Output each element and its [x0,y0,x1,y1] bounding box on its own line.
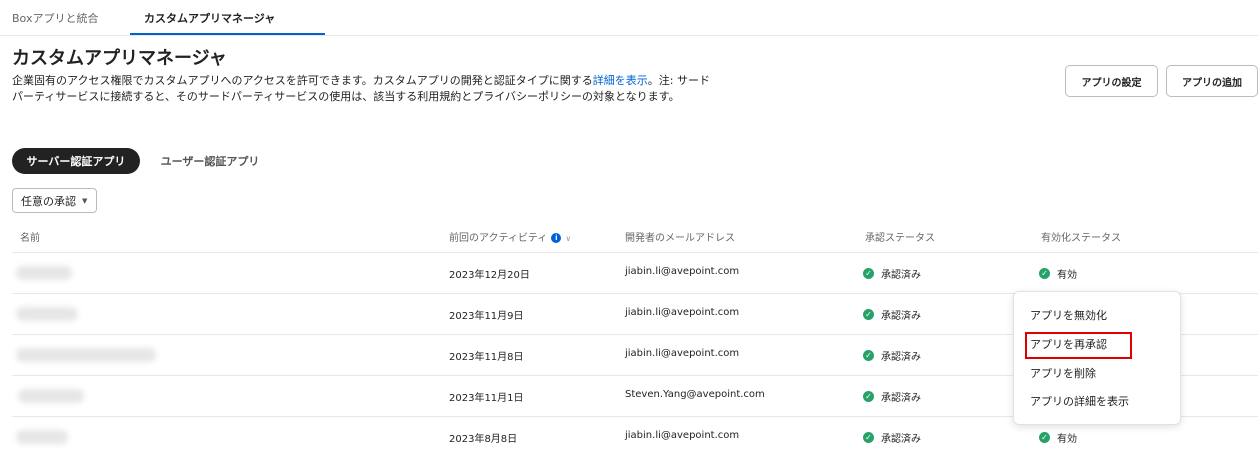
check-circle-icon: ✓ [1039,268,1050,279]
approval-status: ✓ 承認済み [863,307,921,322]
sort-chevron-icon[interactable]: ∨ [565,234,571,243]
approval-status-text: 承認済み [881,434,921,445]
developer-email: jiabin.li@avepoint.com [625,266,740,277]
approval-status-text: 承認済み [881,352,921,363]
approval-status: ✓ 承認済み [863,389,921,404]
developer-email: jiabin.li@avepoint.com [625,348,740,359]
developer-email: jiabin.li@avepoint.com [625,307,740,318]
top-tabs: Boxアプリと統合 カスタムアプリマネージャ [0,0,1258,36]
tab-box-apps[interactable]: Boxアプリと統合 [12,10,98,26]
enable-status-text: 有効 [1057,270,1077,281]
segment-server-auth-apps[interactable]: サーバー認証アプリ [12,148,140,174]
menu-item-delete-app[interactable]: アプリを削除 [1030,365,1096,381]
app-name-redacted [16,430,68,444]
description-text: 企業固有のアクセス権限でカスタムアプリへのアクセスを許可できます。カスタムアプリ… [12,74,593,87]
segment-user-auth-apps[interactable]: ユーザー認証アプリ [146,148,274,174]
column-header-name[interactable]: 名前 [20,229,40,244]
last-activity-date: 2023年11月9日 [449,311,524,322]
tab-custom-app-manager[interactable]: カスタムアプリマネージャ [144,10,275,26]
approval-status: ✓ 承認済み [863,430,921,445]
last-activity-date: 2023年8月8日 [449,434,518,445]
menu-item-disable-app[interactable]: アプリを無効化 [1030,307,1107,323]
app-name-redacted [16,266,72,280]
add-app-button[interactable]: アプリの追加 [1166,65,1258,97]
approval-filter-dropdown[interactable]: 任意の承認 ▼ [12,188,97,213]
check-circle-icon: ✓ [863,309,874,320]
approval-status: ✓ 承認済み [863,348,921,363]
app-name-redacted [18,389,84,403]
last-activity-date: 2023年12月20日 [449,270,530,281]
check-circle-icon: ✓ [1039,432,1050,443]
check-circle-icon: ✓ [863,268,874,279]
page-title: カスタムアプリマネージャ [12,48,227,69]
menu-item-view-app-details[interactable]: アプリの詳細を表示 [1030,393,1129,409]
enable-status: ✓ 有効 [1039,430,1077,445]
chevron-down-icon: ▼ [82,196,88,205]
approval-status-text: 承認済み [881,393,921,404]
approval-status-text: 承認済み [881,311,921,322]
row-actions-menu: アプリを無効化 アプリを再承認 アプリを削除 アプリの詳細を表示 [1013,291,1181,425]
last-activity-date: 2023年11月8日 [449,352,524,363]
active-tab-indicator [130,33,325,35]
column-header-approval-status[interactable]: 承認ステータス [865,229,935,244]
approval-status: ✓ 承認済み [863,266,921,281]
info-icon[interactable]: i [551,233,562,243]
last-activity-date: 2023年11月1日 [449,393,524,404]
column-header-enable-status[interactable]: 有効化ステータス [1041,229,1121,244]
developer-email: jiabin.li@avepoint.com [625,430,740,441]
app-name-redacted [16,307,78,321]
filter-label: 任意の承認 [21,194,76,208]
column-header-last-activity[interactable]: 前回のアクティビティ i ∨ [449,229,571,244]
app-settings-button[interactable]: アプリの設定 [1065,65,1158,97]
enable-status: ✓ 有効 [1039,266,1077,281]
column-header-developer-email[interactable]: 開発者のメールアドレス [625,229,735,244]
check-circle-icon: ✓ [863,432,874,443]
check-circle-icon: ✓ [863,350,874,361]
table-row[interactable]: 2023年12月20日 jiabin.li@avepoint.com ✓ 承認済み… [12,253,1258,294]
enable-status-text: 有効 [1057,434,1077,445]
menu-item-reauthorize-app[interactable]: アプリを再承認 [1030,336,1107,352]
learn-more-link[interactable]: 詳細を表示 [593,74,648,87]
approval-status-text: 承認済み [881,270,921,281]
app-name-redacted [16,348,156,362]
check-circle-icon: ✓ [863,391,874,402]
last-activity-label: 前回のアクティビティ [449,233,548,244]
page-description: 企業固有のアクセス権限でカスタムアプリへのアクセスを許可できます。カスタムアプリ… [12,73,712,105]
developer-email: Steven.Yang@avepoint.com [625,389,765,400]
